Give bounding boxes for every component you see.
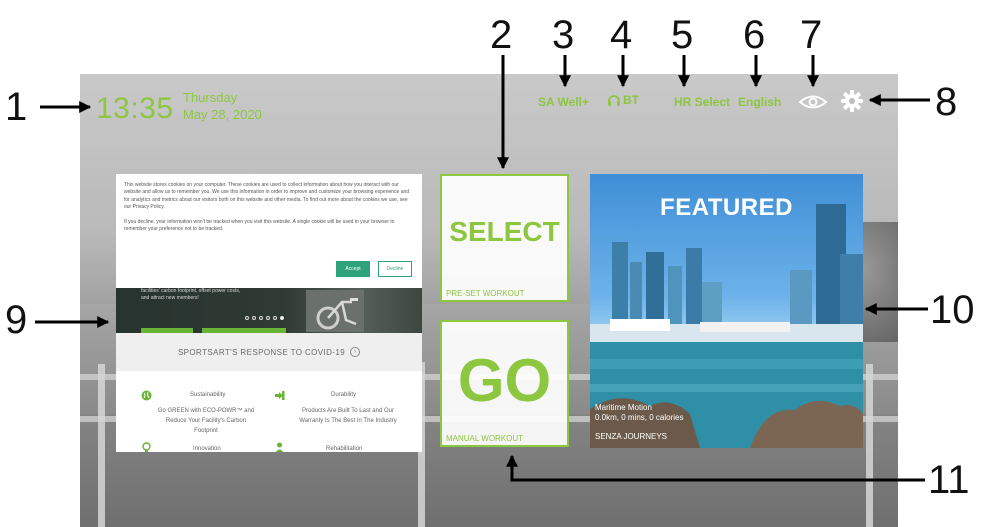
callout-7: 7 xyxy=(800,13,823,57)
callout-6: 6 xyxy=(743,13,766,57)
callout-8: 8 xyxy=(935,80,958,124)
callout-10: 10 xyxy=(930,288,975,332)
callout-4: 4 xyxy=(610,13,633,57)
callout-1: 1 xyxy=(5,85,28,129)
callout-3: 3 xyxy=(552,13,575,57)
callout-arrows xyxy=(35,55,930,482)
callout-9: 9 xyxy=(5,298,28,342)
callout-5: 5 xyxy=(671,13,694,57)
callout-2: 2 xyxy=(490,13,513,57)
callout-11: 11 xyxy=(928,458,970,502)
